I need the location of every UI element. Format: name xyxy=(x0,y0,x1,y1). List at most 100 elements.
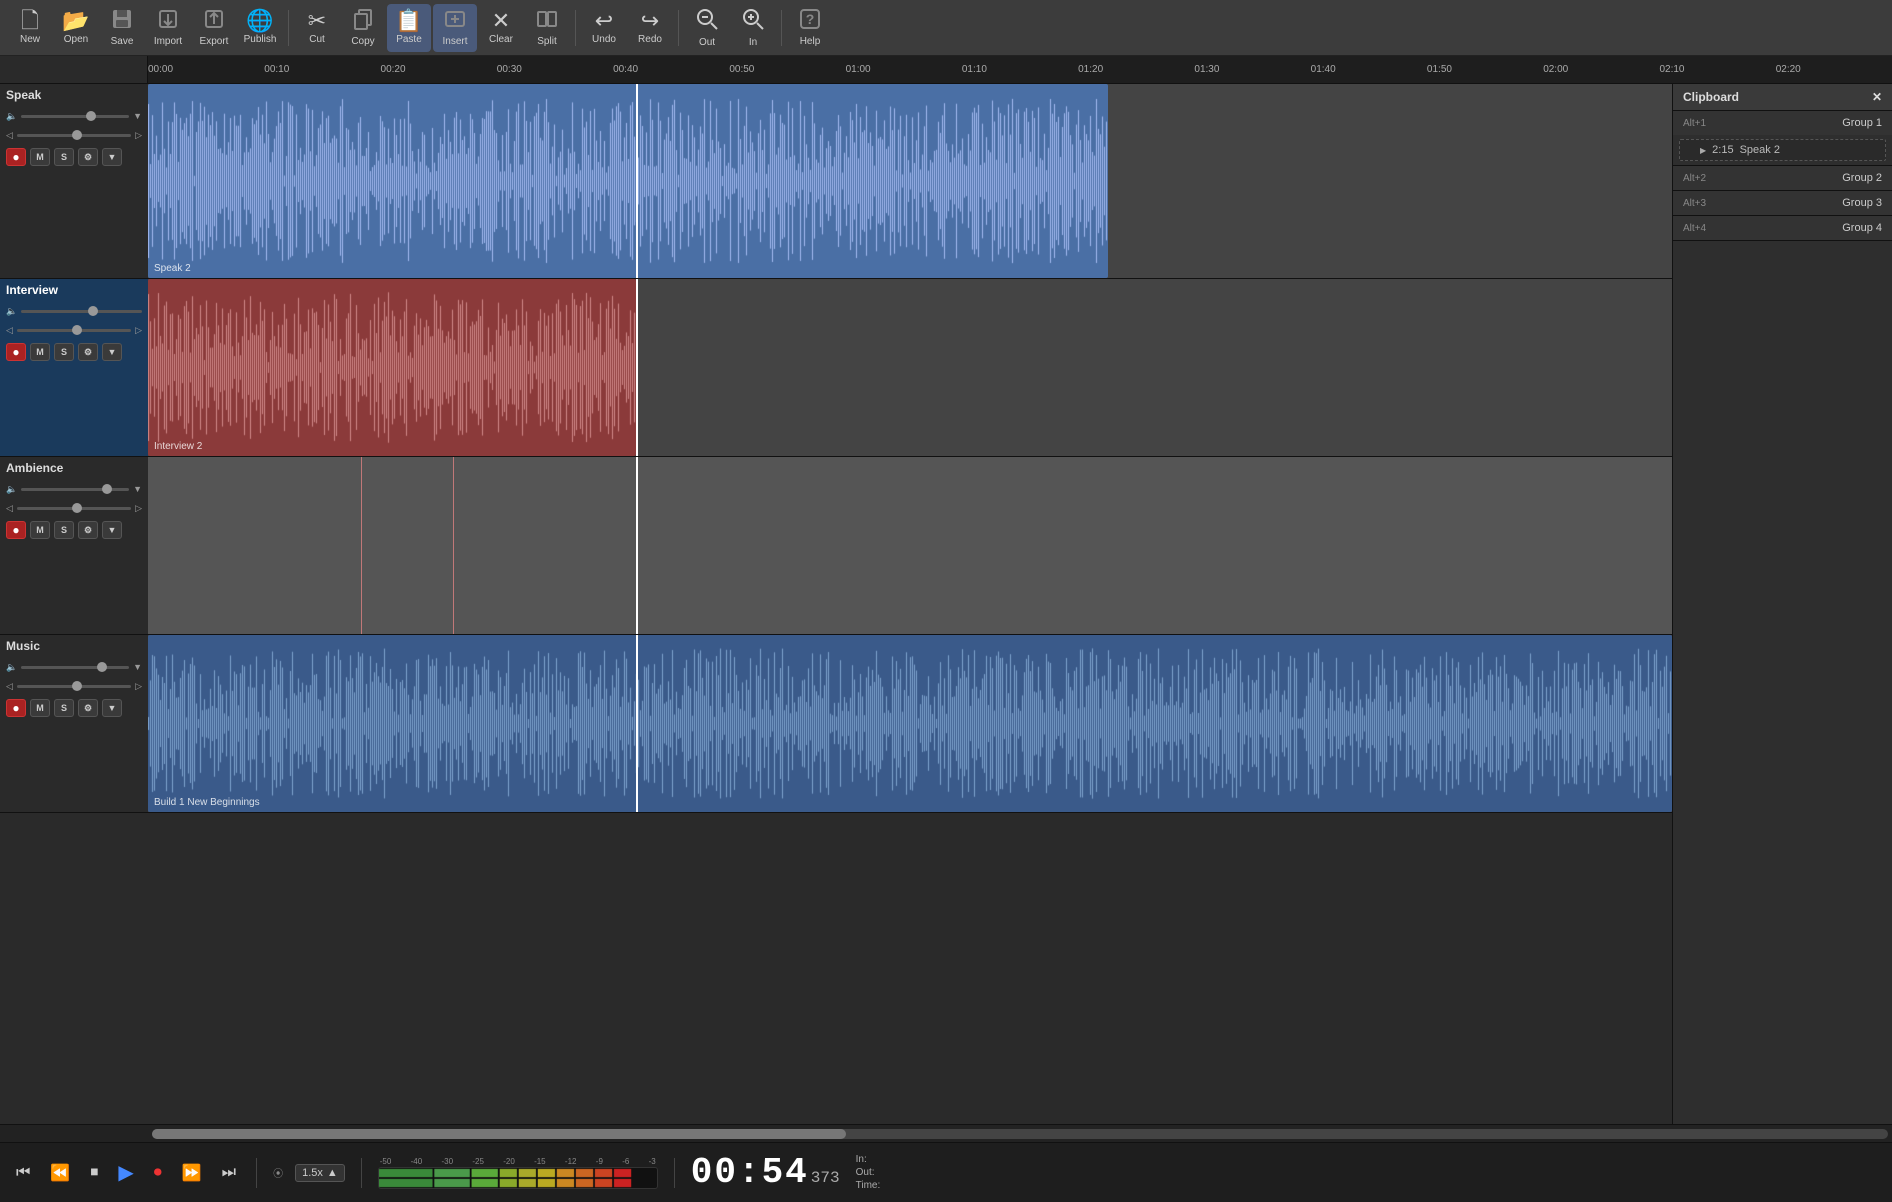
export-button[interactable]: Export xyxy=(192,4,236,52)
mute-btn-speak[interactable]: M xyxy=(30,148,50,166)
track-lane-speak[interactable]: Speak 2 xyxy=(148,84,1672,279)
settings-btn-speak[interactable]: ⚙ xyxy=(78,148,98,166)
speed-value: 1.5x xyxy=(302,1167,323,1179)
ruler-mark-0140: 01:40 xyxy=(1311,64,1336,75)
clipboard-item-speak2[interactable]: ▶ 2:15 Speak 2 xyxy=(1679,139,1886,161)
volume-slider-row-music: 🔈 ▼ xyxy=(6,659,142,675)
rewind-start-button[interactable]: ⏮ xyxy=(12,1160,34,1186)
volume-track-ambience[interactable] xyxy=(21,488,129,491)
track-header-interview: Interview 🔈 ◁ ▷ ● M xyxy=(0,279,148,457)
pan-thumb-speak[interactable] xyxy=(72,130,82,140)
cut-button[interactable]: ✂ Cut xyxy=(295,4,339,52)
pan-slider-row-music: ◁ ▷ xyxy=(6,678,142,694)
save-button[interactable]: Save xyxy=(100,4,144,52)
settings-btn-interview[interactable]: ⚙ xyxy=(78,343,98,361)
paste-button[interactable]: 📋 Paste xyxy=(387,4,431,52)
loop-indicator: ⦿ xyxy=(273,1165,283,1180)
save-icon xyxy=(111,8,133,34)
speed-indicator[interactable]: 1.5x ▲ xyxy=(295,1164,345,1182)
clear-icon: ✕ xyxy=(492,10,510,32)
open-button[interactable]: 📂 Open xyxy=(54,4,98,52)
split-icon xyxy=(536,8,558,34)
expand-btn-ambience[interactable]: ▼ xyxy=(102,521,122,539)
fast-forward-end-button[interactable]: ⏭ xyxy=(218,1160,240,1186)
solo-btn-music[interactable]: S xyxy=(54,699,74,717)
expand-btn-music[interactable]: ▼ xyxy=(102,699,122,717)
solo-btn-interview[interactable]: S xyxy=(54,343,74,361)
mute-btn-music[interactable]: M xyxy=(30,699,50,717)
pan-track-ambience[interactable] xyxy=(17,507,131,510)
expand-btn-interview[interactable]: ▼ xyxy=(102,343,122,361)
ruler-mark-0130: 01:30 xyxy=(1194,64,1219,75)
volume-thumb-ambience[interactable] xyxy=(102,484,112,494)
solo-btn-speak[interactable]: S xyxy=(54,148,74,166)
fast-forward-button[interactable]: ⏩ xyxy=(178,1159,206,1187)
pan-thumb-interview[interactable] xyxy=(72,325,82,335)
volume-high-icon-speak: ▼ xyxy=(133,111,142,121)
insert-button[interactable]: Insert xyxy=(433,4,477,52)
volume-track-speak[interactable] xyxy=(21,115,129,118)
vu-labels: -50-40-30-25-20-15-12-9-6-3 xyxy=(378,1157,658,1166)
expand-btn-speak[interactable]: ▼ xyxy=(102,148,122,166)
volume-thumb-music[interactable] xyxy=(97,662,107,672)
help-button[interactable]: ? Help xyxy=(788,4,832,52)
import-button[interactable]: Import xyxy=(146,4,190,52)
record-btn-speak[interactable]: ● xyxy=(6,148,26,166)
settings-btn-ambience[interactable]: ⚙ xyxy=(78,521,98,539)
solo-btn-ambience[interactable]: S xyxy=(54,521,74,539)
clipboard-group-header-3[interactable]: Alt+3 Group 3 xyxy=(1673,191,1892,215)
ruler-mark-0120: 01:20 xyxy=(1078,64,1103,75)
track-lane-interview[interactable]: Interview 2 xyxy=(148,279,1672,457)
play-button[interactable]: ▶ xyxy=(114,1156,137,1189)
clipboard-group-header-1[interactable]: Alt+1 Group 1 xyxy=(1673,111,1892,135)
zoom-in-button[interactable]: In xyxy=(731,4,775,52)
redo-button[interactable]: ↪ Redo xyxy=(628,4,672,52)
clipboard-group-1: Alt+1 Group 1 ▶ 2:15 Speak 2 xyxy=(1673,111,1892,166)
pan-thumb-music[interactable] xyxy=(72,681,82,691)
clipboard-close-icon[interactable]: ✕ xyxy=(1872,90,1882,104)
split-button[interactable]: Split xyxy=(525,4,569,52)
volume-thumb-interview[interactable] xyxy=(88,306,98,316)
clipboard-shortcut-1: Alt+1 xyxy=(1683,118,1706,129)
clip-music-1[interactable]: Build 1 New Beginnings xyxy=(148,635,1672,812)
mute-btn-ambience[interactable]: M xyxy=(30,521,50,539)
mute-btn-interview[interactable]: M xyxy=(30,343,50,361)
scrollbar-thumb[interactable] xyxy=(152,1129,846,1139)
pan-track-music[interactable] xyxy=(17,685,131,688)
clipboard-group-header-2[interactable]: Alt+2 Group 2 xyxy=(1673,166,1892,190)
transport-sep-1 xyxy=(256,1158,257,1188)
clear-button[interactable]: ✕ Clear xyxy=(479,4,523,52)
record-btn-music[interactable]: ● xyxy=(6,699,26,717)
publish-button[interactable]: 🌐 Publish xyxy=(238,4,282,52)
rewind-button[interactable]: ⏪ xyxy=(46,1159,74,1187)
pan-track-speak[interactable] xyxy=(17,134,131,137)
pan-track-interview[interactable] xyxy=(17,329,131,332)
volume-track-music[interactable] xyxy=(21,666,129,669)
copy-button[interactable]: Copy xyxy=(341,4,385,52)
track-lane-ambience[interactable] xyxy=(148,457,1672,635)
record-btn-ambience[interactable]: ● xyxy=(6,521,26,539)
clip-speak-2[interactable]: Speak 2 xyxy=(148,84,1108,278)
settings-btn-music[interactable]: ⚙ xyxy=(78,699,98,717)
pan-thumb-ambience[interactable] xyxy=(72,503,82,513)
track-lane-music[interactable]: Build 1 New Beginnings xyxy=(148,635,1672,813)
stop-button[interactable]: ⏹ xyxy=(86,1160,102,1186)
record-button[interactable]: ⏺ xyxy=(150,1160,166,1186)
new-button[interactable]: 🗋 New xyxy=(8,4,52,52)
volume-high-icon-music: ▼ xyxy=(133,662,142,672)
volume-thumb-speak[interactable] xyxy=(86,111,96,121)
clipboard-group-2: Alt+2 Group 2 xyxy=(1673,166,1892,191)
volume-track-interview[interactable] xyxy=(21,310,142,313)
horizontal-scrollbar[interactable] xyxy=(152,1129,1888,1139)
pan-icon-right-music: ▷ xyxy=(135,681,142,692)
clip-interview-2[interactable]: Interview 2 xyxy=(148,279,636,456)
zoom-out-button[interactable]: Out xyxy=(685,4,729,52)
paste-icon: 📋 xyxy=(395,10,422,32)
undo-button[interactable]: ↩ Undo xyxy=(582,4,626,52)
clipboard-group-header-4[interactable]: Alt+4 Group 4 xyxy=(1673,216,1892,240)
volume-slider-row-ambience: 🔈 ▼ xyxy=(6,481,142,497)
scrollbar-area[interactable] xyxy=(0,1124,1892,1142)
record-btn-interview[interactable]: ● xyxy=(6,343,26,361)
btn-row-speak: ● M S ⚙ ▼ xyxy=(6,148,142,166)
ruler-mark-0210: 02:10 xyxy=(1659,64,1684,75)
